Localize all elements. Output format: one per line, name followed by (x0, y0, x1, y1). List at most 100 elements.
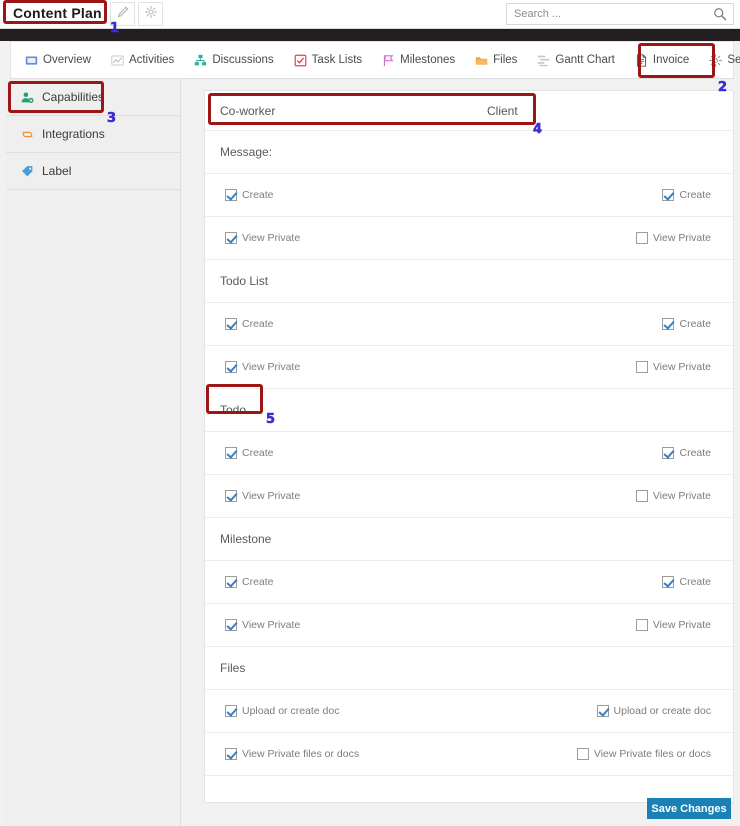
permission-label: Create (679, 189, 711, 201)
permission-checkbox-left[interactable]: View Private (225, 490, 300, 502)
sidebar-item-label: Label (42, 164, 72, 178)
permissions-column-header-row: Co-worker Client (205, 91, 733, 131)
files-icon (475, 54, 488, 67)
checkbox-unchecked-icon[interactable] (635, 232, 648, 244)
tab-discussions[interactable]: Discussions (194, 54, 274, 67)
permission-checkbox-right[interactable]: View Private files or docs (576, 748, 711, 760)
tab-overview[interactable]: Overview (25, 54, 91, 67)
permission-label: Create (679, 447, 711, 459)
permission-checkbox-right[interactable]: Create (662, 576, 711, 588)
permission-label: Create (679, 318, 711, 330)
section-label: Milestone (220, 532, 272, 546)
top-bar: Content Plan (0, 0, 740, 29)
permission-checkbox-left[interactable]: Create (225, 189, 274, 201)
permission-label: Create (242, 576, 274, 588)
permission-checkbox-left[interactable]: Upload or create doc (225, 705, 339, 717)
checkbox-checked-icon[interactable] (596, 705, 609, 717)
tab-activities[interactable]: Activities (111, 54, 174, 67)
checkbox-checked-icon[interactable] (225, 318, 237, 330)
checkbox-checked-icon[interactable] (662, 189, 675, 201)
section-label: Todo List (220, 274, 269, 288)
tab-bar: Overview Activities Discussions Task Lists M… (10, 41, 740, 79)
discussions-icon (194, 54, 207, 67)
permission-checkbox-left[interactable]: Create (225, 318, 274, 330)
checkbox-unchecked-icon[interactable] (635, 361, 648, 373)
gear-icon (144, 5, 157, 23)
save-changes-button[interactable]: Save Changes (647, 798, 731, 819)
permission-row: Create Create (205, 561, 733, 604)
section-title-todo: Todo (205, 389, 733, 432)
gantt-chart-icon (537, 54, 550, 67)
permission-checkbox-right[interactable]: View Private (635, 232, 711, 244)
tab-milestones[interactable]: Milestones (382, 54, 455, 67)
capabilities-panel: Co-worker Client Message: Create Create View … (204, 90, 734, 803)
permission-checkbox-right[interactable]: View Private (635, 619, 711, 631)
permission-checkbox-left[interactable]: Create (225, 576, 274, 588)
permission-checkbox-right[interactable]: Create (662, 189, 711, 201)
checkbox-checked-icon[interactable] (225, 490, 237, 502)
tab-task-lists[interactable]: Task Lists (294, 54, 363, 67)
permission-checkbox-left[interactable]: View Private (225, 361, 300, 373)
project-settings-button[interactable] (138, 2, 163, 26)
section-label: Message: (220, 145, 273, 159)
invoice-icon (635, 53, 648, 67)
permission-checkbox-left[interactable]: Create (225, 447, 274, 459)
permission-checkbox-right[interactable]: View Private (635, 490, 711, 502)
permission-checkbox-left[interactable]: View Private (225, 619, 300, 631)
checkbox-unchecked-icon[interactable] (635, 490, 648, 502)
section-title-files: Files (205, 647, 733, 690)
settings-icon (709, 53, 723, 67)
permission-checkbox-right[interactable]: Upload or create doc (596, 705, 711, 717)
tab-settings[interactable]: Settings (709, 53, 740, 67)
checkbox-checked-icon[interactable] (225, 576, 237, 588)
checkbox-checked-icon[interactable] (225, 705, 237, 717)
permission-checkbox-right[interactable]: Create (662, 318, 711, 330)
permission-row: Upload or create doc Upload or create doc (205, 690, 733, 733)
checkbox-checked-icon[interactable] (662, 447, 675, 459)
pencil-icon (117, 5, 129, 23)
tab-label: Activities (128, 54, 175, 66)
section-label: Files (220, 661, 246, 675)
tab-gantt-chart[interactable]: Gantt Chart (537, 54, 615, 67)
task-lists-icon (294, 54, 307, 67)
section-label: Todo (220, 403, 247, 417)
permission-row: View Private View Private (205, 217, 733, 260)
permission-checkbox-left[interactable]: View Private (225, 232, 300, 244)
permission-checkbox-right[interactable]: View Private (635, 361, 711, 373)
search-box[interactable] (506, 3, 734, 25)
checkbox-checked-icon[interactable] (225, 619, 237, 631)
sidebar-item-label[interactable]: Label (6, 153, 180, 190)
activities-icon (111, 54, 124, 67)
tab-invoice[interactable]: Invoice (635, 53, 689, 67)
permission-row: View Private View Private (205, 475, 733, 518)
permission-row: Create Create (205, 303, 733, 346)
permission-label: View Private (652, 361, 711, 373)
search-input[interactable] (514, 4, 704, 24)
label-tag-icon (20, 164, 34, 178)
sidebar-item-capabilities[interactable]: Capabilities (6, 79, 180, 116)
tab-files[interactable]: Files (475, 54, 517, 67)
checkbox-checked-icon[interactable] (225, 748, 237, 760)
permissions-card: Co-worker Client Message: Create Create View … (204, 90, 734, 803)
permission-row: Create Create (205, 174, 733, 217)
project-title: Content Plan (13, 5, 102, 21)
permission-checkbox-left[interactable]: View Private files or docs (225, 748, 359, 760)
checkbox-checked-icon[interactable] (225, 232, 237, 244)
tab-label: Task Lists (311, 54, 363, 66)
section-title-milestone: Milestone (205, 518, 733, 561)
sidebar-item-integrations[interactable]: Integrations (6, 116, 180, 153)
checkbox-checked-icon[interactable] (225, 361, 237, 373)
permission-label: View Private (242, 619, 301, 631)
checkbox-unchecked-icon[interactable] (635, 619, 648, 631)
checkbox-checked-icon[interactable] (662, 576, 675, 588)
permission-label: Upload or create doc (242, 705, 340, 717)
permission-checkbox-right[interactable]: Create (662, 447, 711, 459)
edit-project-button[interactable] (110, 2, 135, 26)
permission-label: View Private (652, 232, 711, 244)
checkbox-checked-icon[interactable] (225, 189, 237, 201)
permission-label: View Private (652, 619, 711, 631)
capabilities-icon (20, 90, 34, 104)
checkbox-unchecked-icon[interactable] (576, 748, 589, 760)
checkbox-checked-icon[interactable] (225, 447, 237, 459)
checkbox-checked-icon[interactable] (662, 318, 675, 330)
